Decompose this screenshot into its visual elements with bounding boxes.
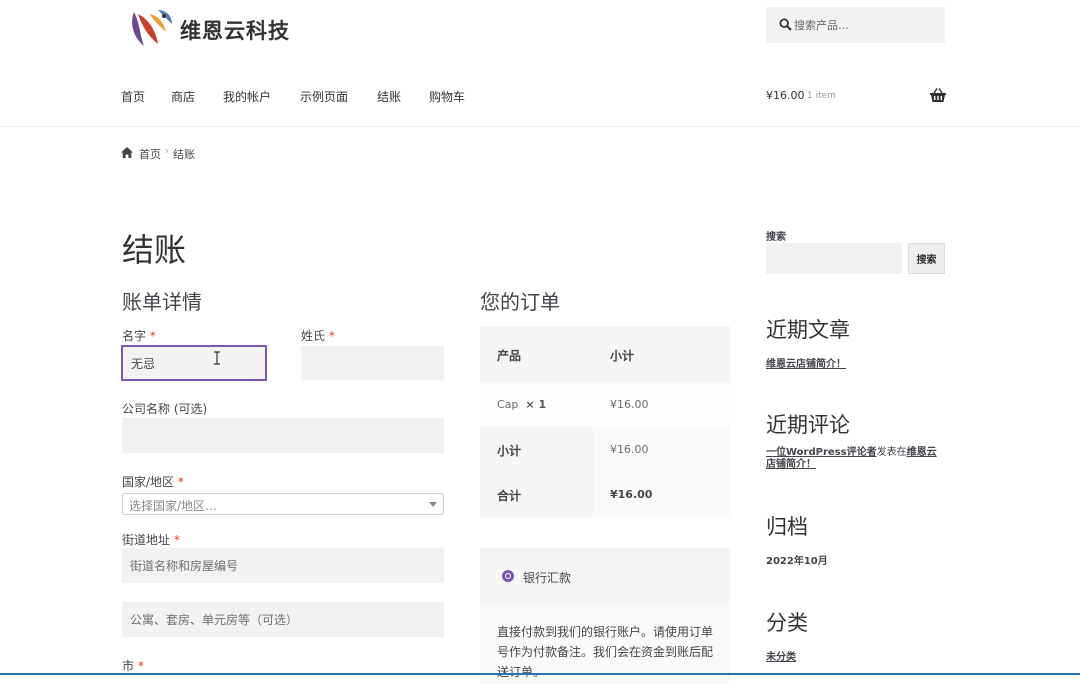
nav-item-sample-page[interactable]: 示例页面 [300, 88, 348, 105]
cart-count[interactable]: 1 item [807, 91, 836, 101]
subtotal-value: ¥16.00 [610, 443, 649, 456]
comment-author-link[interactable]: 一位WordPress评论者 [766, 447, 877, 458]
item-name: Cap × 1 [497, 398, 547, 411]
sidebar-search-button[interactable]: 搜索 [908, 243, 945, 274]
breadcrumb-home[interactable]: 首页 [139, 146, 161, 162]
city-label: 市 * [122, 659, 144, 673]
page-title: 结账 [122, 231, 187, 269]
breadcrumb-separator: › [165, 146, 169, 157]
bank-transfer-label[interactable]: 银行汇款 [523, 569, 571, 586]
product-search[interactable] [766, 7, 945, 43]
country-select[interactable]: 选择国家/地区… [122, 493, 444, 515]
archive-link[interactable]: 2022年10月 [766, 552, 828, 567]
comment-on-text: 发表在 [876, 447, 907, 458]
street-input[interactable] [122, 548, 444, 583]
subtotal-label: 小计 [497, 444, 522, 458]
archives-title: 归档 [766, 515, 808, 539]
required-mark: * [173, 533, 180, 547]
text-cursor-icon [214, 351, 220, 365]
recent-comments-title: 近期评论 [766, 413, 850, 437]
billing-title: 账单详情 [122, 290, 202, 314]
company-input[interactable] [122, 418, 444, 453]
required-mark: * [149, 329, 156, 343]
cart-amount[interactable]: ¥16.00 [766, 89, 805, 102]
required-mark: * [137, 659, 144, 673]
categories-title: 分类 [766, 611, 808, 635]
recent-posts-title: 近期文章 [766, 318, 850, 342]
item-price: ¥16.00 [610, 398, 649, 411]
bank-transfer-radio[interactable] [502, 570, 514, 582]
recent-comment: 一位WordPress评论者发表在维恩云店铺简介！ [766, 447, 946, 471]
col-product: 产品 [497, 349, 522, 363]
nav-item-checkout[interactable]: 结账 [377, 88, 401, 105]
site-logo-icon[interactable] [128, 6, 174, 50]
order-totals-values [593, 427, 730, 517]
nav-item-cart[interactable]: 购物车 [429, 88, 465, 105]
total-label: 合计 [497, 489, 522, 503]
company-label: 公司名称 (可选) [122, 402, 208, 416]
last-name-label: 姓氏 * [301, 329, 335, 343]
order-title: 您的订单 [480, 290, 560, 314]
payment-method-bank-transfer[interactable] [480, 548, 730, 604]
total-value: ¥16.00 [610, 488, 653, 501]
required-mark: * [177, 475, 184, 489]
nav-item-shop[interactable]: 商店 [171, 88, 195, 105]
search-icon [779, 18, 792, 31]
header-divider [0, 126, 1080, 127]
basket-icon[interactable] [930, 88, 946, 102]
country-select-value: 选择国家/地区… [129, 499, 218, 513]
site-title[interactable]: 维恩云科技 [180, 15, 290, 45]
sidebar-search-label: 搜索 [766, 232, 786, 243]
country-label: 国家/地区 * [122, 475, 184, 489]
first-name-input[interactable] [121, 345, 267, 381]
col-subtotal: 小计 [610, 349, 635, 363]
nav-item-home[interactable]: 首页 [121, 88, 145, 105]
nav-item-my-account[interactable]: 我的帐户 [223, 88, 271, 105]
category-link[interactable]: 未分类 [766, 648, 796, 663]
first-name-label: 名字 * [122, 329, 156, 343]
recent-post-link[interactable]: 维恩云店铺简介！ [766, 355, 846, 370]
chevron-down-icon [429, 502, 437, 507]
sidebar-search-input[interactable] [766, 243, 902, 274]
apartment-input[interactable] [122, 602, 444, 637]
required-mark: * [328, 329, 335, 343]
home-icon[interactable] [121, 147, 133, 158]
last-name-input[interactable] [301, 346, 444, 380]
product-search-input[interactable] [794, 7, 942, 43]
breadcrumb-current: 结账 [173, 148, 195, 161]
street-label: 街道地址 * [122, 533, 180, 547]
